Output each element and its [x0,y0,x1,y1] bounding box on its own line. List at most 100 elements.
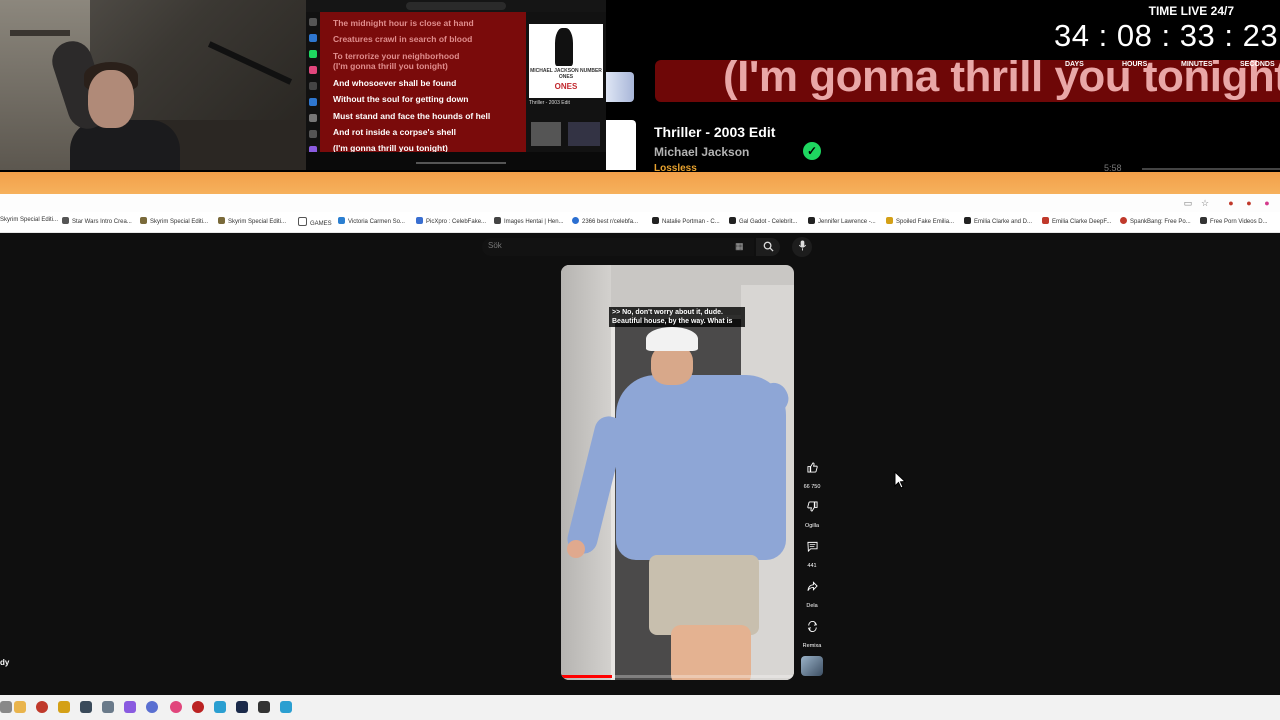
album-cover: MICHAEL JACKSON NUMBER ONES ONES [529,24,603,98]
bookmark-item[interactable]: Spoiled Fake Emilia... [886,217,954,225]
side-text-fragment: dy [0,658,10,667]
thumbs-up-icon[interactable] [802,459,822,479]
lyric-line: And rot inside a corpse's shell [333,127,456,137]
streamer-face [88,70,134,128]
taskbar [0,695,1280,720]
taskbar-app-icon[interactable] [14,701,26,713]
share-action[interactable]: Dela [802,578,822,609]
comments-action[interactable]: 441 [802,538,822,569]
extension-icon[interactable]: ● [1262,198,1272,208]
bookmarks-bar: Skyrim Special Editi... Star Wars Intro … [0,212,1280,233]
comment-icon[interactable] [802,538,822,558]
lyric-line: And whosoever shall be found [333,78,457,88]
remix-action[interactable]: Remixa [802,618,822,649]
like-count: 66 750 [803,484,821,490]
search-icon [763,241,774,252]
lyric-line: Without the soul for getting down [333,94,469,104]
extension-icon[interactable]: ● [1244,198,1254,208]
comments-count: 441 [807,563,817,569]
timer-label-minutes: MINUTES [1181,61,1213,68]
mic-icon [798,240,806,251]
webcam-feed [0,0,306,170]
taskbar-app-icon[interactable] [236,701,248,713]
taskbar-app-icon[interactable] [124,701,136,713]
now-playing-quality: Lossless [654,163,697,171]
lyrics-panel: The midnight hour is close at hand Creat… [320,12,526,160]
short-video-player[interactable]: >> No, don't worry about it, dude. Beaut… [561,265,794,680]
spotify-search[interactable] [406,2,506,10]
spotify-player-bar [306,152,606,170]
bookmark-item[interactable]: Skyrim Special Editi... [140,217,208,225]
bookmark-item[interactable]: Emilia Clarke and D... [964,217,1032,225]
timer-separator: : [1224,18,1234,53]
spotify-window: The midnight hour is close at hand Creat… [306,0,606,170]
taskbar-app-icon[interactable] [0,701,12,713]
extension-icon[interactable]: ● [1226,198,1236,208]
lyric-line: To terrorize your neighborhood [333,51,460,61]
bookmark-item[interactable]: Skyrim Special Editi... [218,217,286,225]
bookmark-item[interactable]: PicXpro : CelebFake... [416,217,486,225]
keyboard-icon[interactable]: ▦ [735,241,747,251]
remix-icon[interactable] [802,618,822,638]
voice-search-button[interactable] [792,237,812,257]
bookmark-item[interactable]: Victoria Carmen So... [338,217,405,225]
album-word: ONES [554,82,578,91]
taskbar-app-icon[interactable] [170,701,182,713]
bookmark-item[interactable]: Skyrim Special Editi... [0,217,58,223]
mini-track-title: Thriller - 2003 Edit [529,100,570,106]
video-progress-bar[interactable] [561,675,794,678]
share-label: Dela [806,603,818,609]
now-playing-title: Thriller - 2003 Edit [654,124,776,140]
timer-label-hours: HOURS [1122,61,1148,68]
like-action[interactable]: 66 750 [802,459,822,490]
taskbar-app-icon[interactable] [258,701,270,713]
related-thumbnail[interactable] [531,122,561,146]
bookmark-item[interactable]: Emilia Clarke DeepF... [1042,217,1111,225]
spotify-nav [306,12,320,170]
bookmark-item[interactable]: Jennifer Lawrence -... [808,217,876,225]
search-input[interactable]: Sök [482,238,754,256]
timer-label-seconds: SECONDS [1240,61,1275,68]
remix-label: Remixa [802,643,822,649]
timer-seconds: 23 [1242,18,1279,53]
bookmark-item[interactable]: Natalie Portman - C... [652,217,720,225]
taskbar-app-icon[interactable] [80,701,92,713]
live-timer: TIME LIVE 24/7 34 : 08 : 33 : 23 DAYS HO… [1040,0,1280,72]
bookmark-folder[interactable]: GAMES [298,217,332,227]
bookmark-item[interactable]: Star Wars Intro Crea... [62,217,132,225]
install-icon[interactable]: ▭ [1183,198,1193,208]
thumbs-down-icon[interactable] [802,498,822,518]
taskbar-app-icon[interactable] [36,701,48,713]
video-progress-fill [561,675,613,678]
related-thumbnail[interactable] [568,122,600,146]
channel-avatar[interactable] [801,656,823,676]
search-button[interactable] [756,238,780,256]
timer-separator: : [1161,18,1171,53]
dislike-label: Ogilla [804,523,820,529]
bookmark-item[interactable]: Gal Gadot - Celebrit... [729,217,797,225]
lyric-line: Must stand and face the hounds of hell [333,111,491,121]
spotify-seek-bar[interactable] [416,162,506,164]
microphone-arm [207,41,293,85]
dislike-action[interactable]: Ogilla [802,498,822,529]
share-icon[interactable] [802,578,822,598]
taskbar-app-icon[interactable] [58,701,70,713]
taskbar-app-icon[interactable] [192,701,204,713]
taskbar-app-icon[interactable] [214,701,226,713]
star-icon[interactable]: ☆ [1200,198,1210,208]
now-playing-artist: Michael Jackson [654,145,750,159]
bookmark-item[interactable]: SpankBang: Free Po... [1120,217,1191,225]
taskbar-app-icon[interactable] [102,701,114,713]
timer-hours: 08 [1116,18,1153,53]
bookmark-item[interactable]: Free Porn Videos D... [1200,217,1268,225]
bookmark-item[interactable]: Images Hentai | Hen... [494,217,564,225]
overlay-divider-strip [0,172,1280,194]
search-placeholder: Sök [488,241,502,250]
taskbar-app-icon[interactable] [146,701,158,713]
taskbar-app-icon[interactable] [280,701,292,713]
bookmark-item[interactable]: 2366 best r/celebfa... [572,217,638,225]
check-icon: ✓ [803,142,821,160]
album-art-fragment [606,72,634,102]
timer-digits: 34 : 08 : 33 : 23 [1054,18,1278,54]
stream-overlay: The midnight hour is close at hand Creat… [0,0,1280,172]
